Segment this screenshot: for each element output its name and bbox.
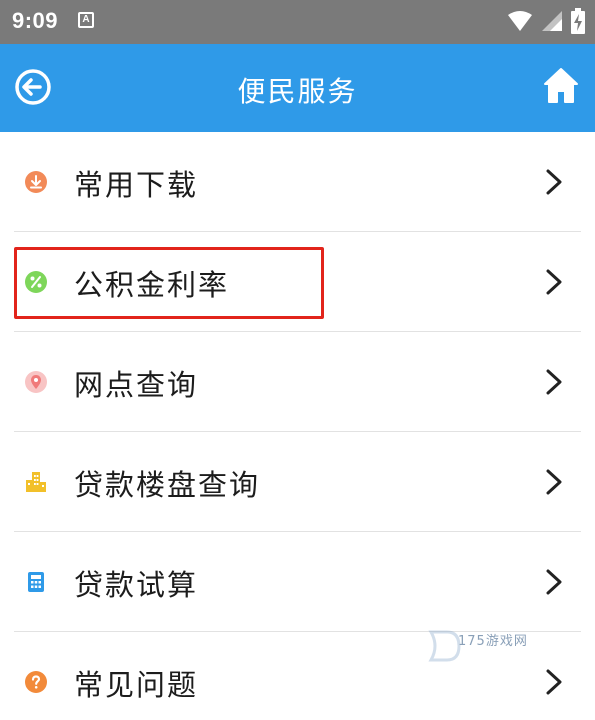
download-icon: [25, 171, 47, 193]
chevron-right-icon: [546, 669, 562, 695]
notification-icon: A: [78, 12, 94, 28]
chevron-right-icon: [546, 569, 562, 595]
battery-charging-icon: [571, 8, 585, 34]
location-pin-icon: [25, 371, 47, 393]
cell-signal-icon: [542, 11, 562, 31]
chevron-right-icon: [546, 369, 562, 395]
menu-item-loan-calculator[interactable]: 贷款试算: [0, 532, 595, 632]
status-icons: [507, 8, 585, 34]
calculator-icon: [28, 572, 44, 592]
status-time: 9:09: [12, 8, 59, 33]
app-bar: 便民服务: [0, 44, 595, 132]
menu-item-label: 贷款试算: [74, 568, 199, 602]
menu-item-common-downloads[interactable]: 常用下载: [0, 132, 595, 232]
status-bar: 9:09 A: [0, 0, 595, 44]
menu-item-loan-property-search[interactable]: 贷款楼盘查询: [0, 432, 595, 532]
percent-icon: [25, 271, 47, 293]
menu-item-branch-search[interactable]: 网点查询: [0, 332, 595, 432]
watermark-text: 175游戏网: [458, 634, 528, 649]
page-title: 便民服务: [237, 75, 358, 108]
chevron-right-icon: [546, 169, 562, 195]
menu-item-label: 常用下载: [74, 168, 199, 202]
chevron-right-icon: [546, 469, 562, 495]
menu-item-label: 贷款楼盘查询: [74, 468, 261, 502]
chevron-right-icon: [546, 269, 562, 295]
home-icon: [544, 68, 578, 103]
menu-item-label: 公积金利率: [74, 268, 230, 302]
wifi-icon: [508, 11, 532, 31]
menu-item-label: 网点查询: [74, 368, 199, 402]
menu-item-provident-fund-rate[interactable]: 公积金利率: [0, 232, 595, 332]
question-icon: [25, 671, 47, 693]
menu-item-label: 常见问题: [74, 668, 199, 702]
buildings-icon: [26, 472, 46, 492]
home-button[interactable]: [543, 66, 579, 106]
